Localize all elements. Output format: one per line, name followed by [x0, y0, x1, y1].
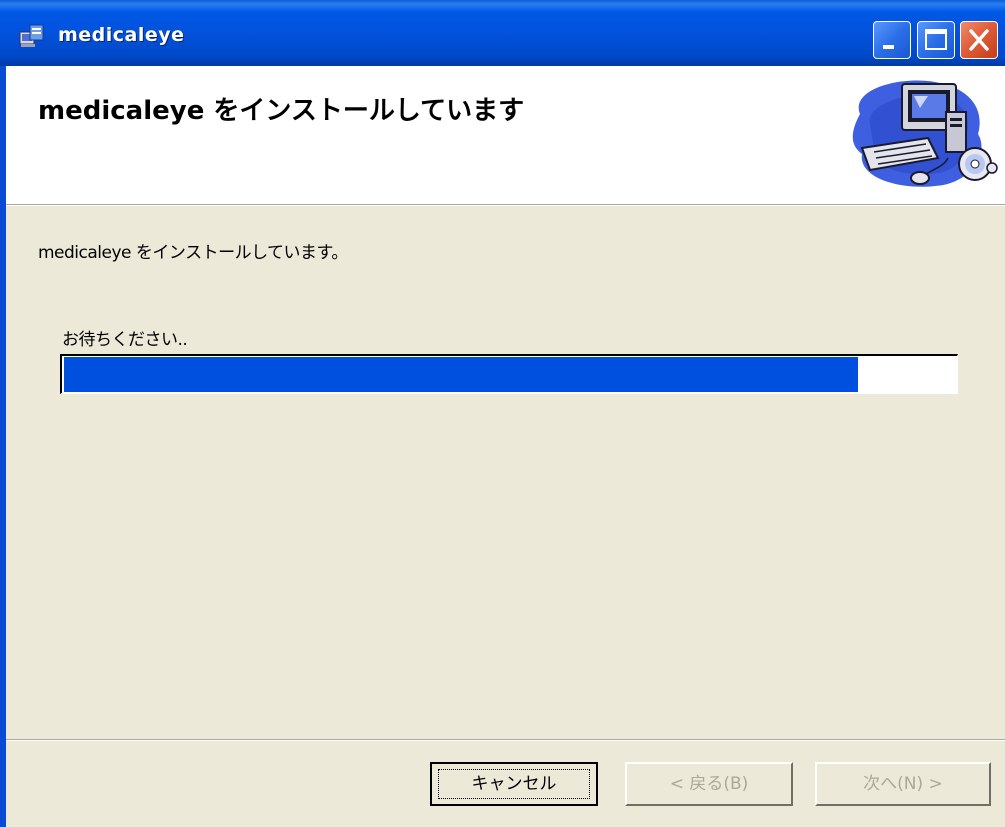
next-button[interactable]: 次へ(N) > [815, 762, 991, 806]
computer-cd-icon [852, 80, 998, 187]
cancel-button[interactable]: キャンセル [430, 762, 598, 806]
close-button[interactable] [960, 21, 998, 59]
progress-bar [60, 354, 958, 394]
installer-window: medicaleye medicaleye をインストールしています medic… [0, 0, 1005, 827]
footer-divider-highlight [6, 740, 1005, 741]
progress-fill [64, 357, 858, 392]
installer-icon [19, 24, 44, 47]
header-banner: medicaleye をインストールしています [6, 66, 1005, 204]
maximize-button[interactable] [917, 21, 955, 59]
header-title: medicaleye をインストールしています [38, 96, 525, 126]
minimize-icon [883, 45, 894, 49]
window-title: medicaleye [58, 24, 185, 46]
cancel-button-label: キャンセル [438, 769, 590, 799]
wait-label: お待ちください.. [62, 330, 188, 350]
maximize-icon [925, 29, 947, 50]
status-text: medicaleye をインストールしています。 [38, 243, 348, 263]
header-divider-highlight [6, 205, 1005, 206]
back-button[interactable]: < 戻る(B) [625, 762, 793, 806]
minimize-button[interactable] [873, 21, 911, 59]
close-icon [969, 29, 989, 51]
title-bar[interactable]: medicaleye [0, 0, 1005, 66]
